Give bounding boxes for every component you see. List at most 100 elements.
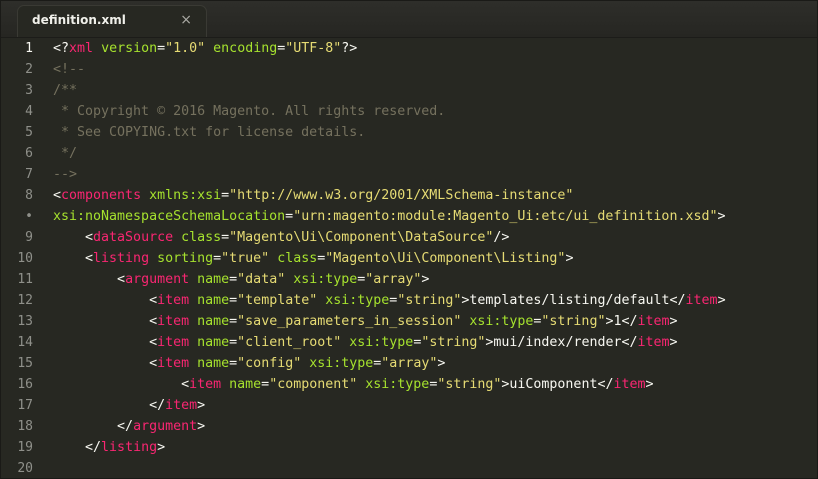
code-line[interactable]: <argument name="data" xsi:type="array"> <box>53 269 429 290</box>
line-number: 9 <box>25 230 33 245</box>
code-line[interactable]: * Copyright © 2016 Magento. All rights r… <box>53 101 445 122</box>
code-token-bracket: </ <box>621 314 638 329</box>
line-number-gutter: 1 2 3 4 5 6 7 8 • 9 10 11 12 13 14 15 16 17 18 19 20 <box>1 38 47 478</box>
editor-window: definition.xml × 1 2 3 4 5 6 7 8 • 9 10 11 12 13 14 15 1… <box>0 0 818 479</box>
tab-title: definition.xml <box>32 13 126 27</box>
code-line[interactable]: <item name="component" xsi:type="string"… <box>53 374 653 395</box>
code-token-text: mui/index/render <box>493 335 622 350</box>
code-token-string: "component" <box>269 377 358 392</box>
code-line[interactable]: </listing> <box>53 437 165 458</box>
code-token-tag: xml <box>69 41 94 56</box>
code-line[interactable]: <item name="client_root" xsi:type="strin… <box>53 332 677 353</box>
code-token-string: "1.0" <box>165 41 206 56</box>
code-token-text: = <box>213 251 222 266</box>
code-token-string: "Magento\Ui\Component\DataSource" <box>229 230 494 245</box>
code-token-tag: argument <box>133 419 198 434</box>
line-number: 18 <box>17 419 33 434</box>
code-line[interactable]: xsi:noNamespaceSchemaLocation="urn:magen… <box>53 206 726 227</box>
code-token-bracket: </ <box>669 293 686 308</box>
code-line[interactable]: * See COPYING.txt for license details. <box>53 122 365 143</box>
code-token-comment: /** <box>53 83 78 98</box>
code-token-bracket: < <box>53 377 190 392</box>
code-line[interactable]: --> <box>53 164 77 185</box>
code-token-bracket: <? <box>53 41 70 56</box>
code-token-text: uiComponent <box>509 377 598 392</box>
line-number: • <box>25 209 33 224</box>
code-token-string: "string" <box>397 293 462 308</box>
code-token-string: "UTF-8" <box>285 41 342 56</box>
code-token-bracket: </ <box>597 377 614 392</box>
code-token-bracket: < <box>53 272 126 287</box>
code-line[interactable]: <!-- <box>53 59 85 80</box>
code-token-tag: item <box>637 335 670 350</box>
code-token-tag: listing <box>93 251 150 266</box>
code-token-comment: * See COPYING.txt for license details. <box>53 125 366 140</box>
line-number: 3 <box>25 83 33 98</box>
code-token-attr: xsi:type <box>293 272 358 287</box>
code-token-bracket: < <box>53 188 62 203</box>
line-number: 20 <box>17 461 33 476</box>
code-line[interactable]: <dataSource class="Magento\Ui\Component\… <box>53 227 509 248</box>
code-token-tag: components <box>61 188 142 203</box>
code-line[interactable]: <?xml version="1.0" encoding="UTF-8"?> <box>53 38 357 59</box>
code-token-tag: item <box>165 398 198 413</box>
line-number: 15 <box>17 356 33 371</box>
code-token-bracket: > <box>421 272 430 287</box>
code-token-attr: name <box>229 377 262 392</box>
code-token-bracket: ?> <box>341 41 358 56</box>
code-editor[interactable]: 1 2 3 4 5 6 7 8 • 9 10 11 12 13 14 15 16 17 18 19 20 <?xml v… <box>1 38 817 478</box>
code-area[interactable]: <?xml version="1.0" encoding="UTF-8"?> <!… <box>53 38 817 478</box>
code-token-string: "array" <box>381 356 438 371</box>
code-line[interactable]: </item> <box>53 395 205 416</box>
code-line[interactable]: <item name="config" xsi:type="array"> <box>53 353 445 374</box>
line-number: 7 <box>25 167 33 182</box>
code-token-string: "array" <box>365 272 422 287</box>
line-number: 19 <box>17 440 33 455</box>
line-number: 5 <box>25 125 33 140</box>
code-token-comment: --> <box>53 167 78 182</box>
close-icon[interactable]: × <box>180 12 192 28</box>
code-token-bracket: > <box>669 314 678 329</box>
code-line[interactable]: <components xmlns:xsi="http://www.w3.org… <box>53 185 573 206</box>
code-line[interactable]: </argument> <box>53 416 205 437</box>
code-token-attr: xsi:type <box>349 335 414 350</box>
code-line[interactable]: <item name="save_parameters_in_session" … <box>53 311 678 332</box>
code-token-text: = <box>261 377 270 392</box>
code-token-comment: <!-- <box>53 62 86 77</box>
line-number: 13 <box>17 314 33 329</box>
line-number: 12 <box>17 293 33 308</box>
code-token-bracket: > <box>437 356 446 371</box>
code-token-bracket: < <box>53 314 158 329</box>
code-token-comment: */ <box>53 146 78 161</box>
code-token-bracket: </ <box>53 398 166 413</box>
code-token-string: "save_parameters_in_session" <box>237 314 462 329</box>
code-token-text: = <box>157 41 166 56</box>
code-line[interactable]: /** <box>53 80 77 101</box>
code-token-attr: xsi:noNamespaceSchemaLocation <box>53 209 286 224</box>
code-token-bracket: </ <box>53 419 134 434</box>
code-token-string: "template" <box>237 293 318 308</box>
code-token-bracket: < <box>53 251 94 266</box>
code-token-bracket: > <box>197 419 206 434</box>
code-token-attr: xsi:type <box>469 314 534 329</box>
code-token-bracket: > <box>717 293 726 308</box>
code-token-attr: version <box>101 41 158 56</box>
code-token-tag: argument <box>125 272 190 287</box>
code-token-attr: class <box>181 230 222 245</box>
code-token-bracket: > <box>565 251 574 266</box>
code-token-attr: class <box>277 251 318 266</box>
line-number: 17 <box>17 398 33 413</box>
code-token-text: = <box>229 272 238 287</box>
code-line[interactable]: */ <box>53 143 77 164</box>
tab-definition-xml[interactable]: definition.xml × <box>17 5 207 37</box>
code-token-tag: item <box>157 335 190 350</box>
code-line[interactable]: <item name="template" xsi:type="string">… <box>53 290 726 311</box>
code-token-bracket: < <box>53 293 158 308</box>
code-line[interactable]: <listing sorting="true" class="Magento\U… <box>53 248 573 269</box>
code-token-tag: item <box>637 314 670 329</box>
line-number: 16 <box>17 377 33 392</box>
